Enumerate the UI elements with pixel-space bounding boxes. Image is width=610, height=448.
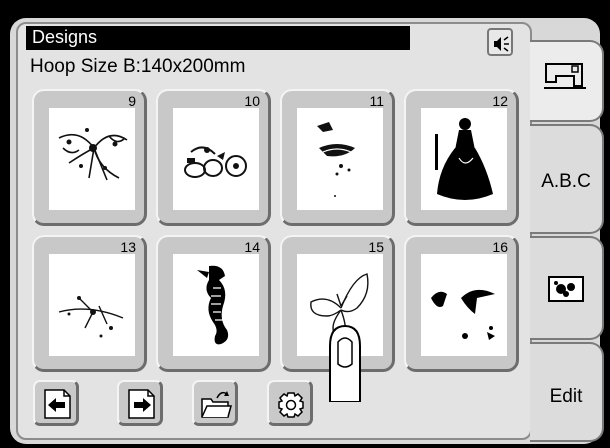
picture-design-icon [548, 276, 584, 302]
design-panel [16, 22, 532, 440]
design-thumbnail [173, 254, 259, 356]
fruit-basket-icon [184, 146, 247, 178]
design-thumbnail [49, 254, 135, 356]
design-thumbnail [297, 108, 383, 210]
design-number: 10 [244, 93, 260, 109]
design-number: 15 [368, 239, 384, 255]
tab-picture-design[interactable] [530, 236, 604, 340]
lady-in-gown-icon [435, 118, 493, 200]
design-button-13[interactable]: 13 [32, 235, 147, 372]
gear-icon [278, 392, 304, 418]
sewing-machine-icon [544, 63, 586, 89]
design-thumbnail [421, 254, 507, 356]
design-button-11[interactable]: 11 [280, 89, 395, 226]
hoop-size-label: Hoop Size B:140x200mm [30, 56, 246, 77]
tab-machine[interactable] [530, 40, 604, 122]
screen-title: Designs [26, 26, 410, 50]
sound-button[interactable] [487, 28, 513, 56]
open-file-button[interactable] [192, 380, 238, 426]
tab-abc-label: A.B.C [541, 171, 591, 192]
open-folder-icon [201, 391, 232, 418]
birds-icon [431, 289, 495, 340]
design-thumbnail [421, 108, 507, 210]
design-number: 13 [120, 239, 136, 255]
design-number: 14 [244, 239, 260, 255]
tab-abc[interactable]: A.B.C [530, 124, 604, 234]
next-page-button[interactable] [117, 380, 163, 426]
design-number: 12 [492, 93, 508, 109]
design-number: 9 [128, 93, 136, 109]
design-button-16[interactable]: 16 [404, 235, 519, 372]
speaker-icon [494, 36, 509, 52]
design-button-14[interactable]: 14 [156, 235, 271, 372]
scattered-sprig-icon [58, 296, 124, 338]
design-thumbnail [49, 108, 135, 210]
tab-edit-label: Edit [549, 386, 583, 407]
floral-bow-icon [58, 128, 128, 181]
page-next-icon [128, 389, 155, 419]
settings-button[interactable] [267, 380, 313, 426]
design-thumbnail [173, 108, 259, 210]
tab-edit[interactable]: Edit [530, 342, 604, 442]
crane-nest-icon [317, 122, 355, 197]
design-number: 16 [492, 239, 508, 255]
design-number: 11 [369, 93, 384, 109]
page-previous-icon [44, 389, 71, 419]
previous-page-button[interactable] [33, 380, 79, 426]
design-button-12[interactable]: 12 [404, 89, 519, 226]
finger-pointer-icon [329, 324, 361, 402]
design-button-9[interactable]: 9 [32, 89, 147, 226]
design-button-10[interactable]: 10 [156, 89, 271, 226]
seahorse-icon [197, 265, 229, 345]
